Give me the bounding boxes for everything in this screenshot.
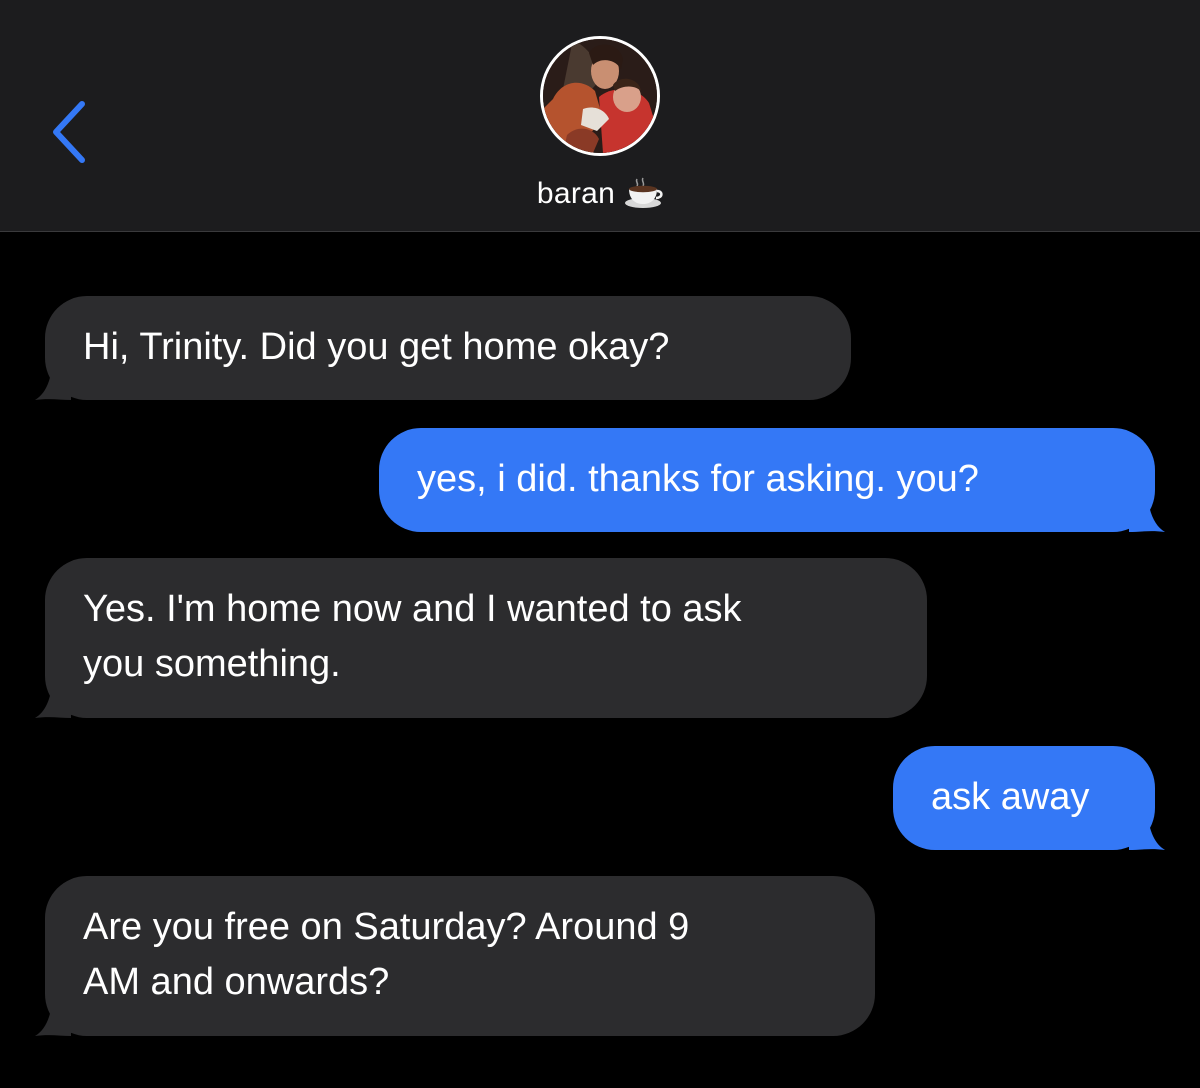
- coffee-cup-icon: [623, 177, 663, 222]
- bubble-tail: [35, 996, 71, 1036]
- contact-name-text: baran: [536, 177, 616, 210]
- conversation-header: baran: [0, 0, 1200, 232]
- contact-avatar[interactable]: [540, 36, 660, 156]
- message-thread[interactable]: Hi, Trinity. Did you get home okay? yes,…: [0, 232, 1200, 1088]
- back-button[interactable]: [40, 92, 100, 172]
- message-text: Hi, Trinity. Did you get home okay?: [83, 326, 670, 368]
- message-text: Are you free on Saturday? Around 9 AM an…: [83, 906, 690, 1003]
- bubble-tail: [1129, 492, 1165, 532]
- incoming-message[interactable]: Are you free on Saturday? Around 9 AM an…: [35, 876, 875, 1036]
- outgoing-message[interactable]: yes, i did. thanks for asking. you?: [379, 428, 1165, 532]
- bubble-tail: [35, 360, 71, 400]
- message-text: Yes. I'm home now and I wanted to ask yo…: [83, 588, 742, 685]
- outgoing-message[interactable]: ask away: [893, 746, 1165, 850]
- contact-name[interactable]: baran: [0, 172, 1200, 222]
- incoming-message[interactable]: Hi, Trinity. Did you get home okay?: [35, 296, 851, 400]
- incoming-message[interactable]: Yes. I'm home now and I wanted to ask yo…: [35, 558, 927, 718]
- bubble-tail: [1129, 810, 1165, 850]
- chevron-left-icon: [53, 101, 85, 163]
- avatar-photo: [543, 39, 657, 153]
- message-text: yes, i did. thanks for asking. you?: [417, 458, 979, 500]
- bubble-tail: [35, 678, 71, 718]
- message-text: ask away: [931, 776, 1090, 818]
